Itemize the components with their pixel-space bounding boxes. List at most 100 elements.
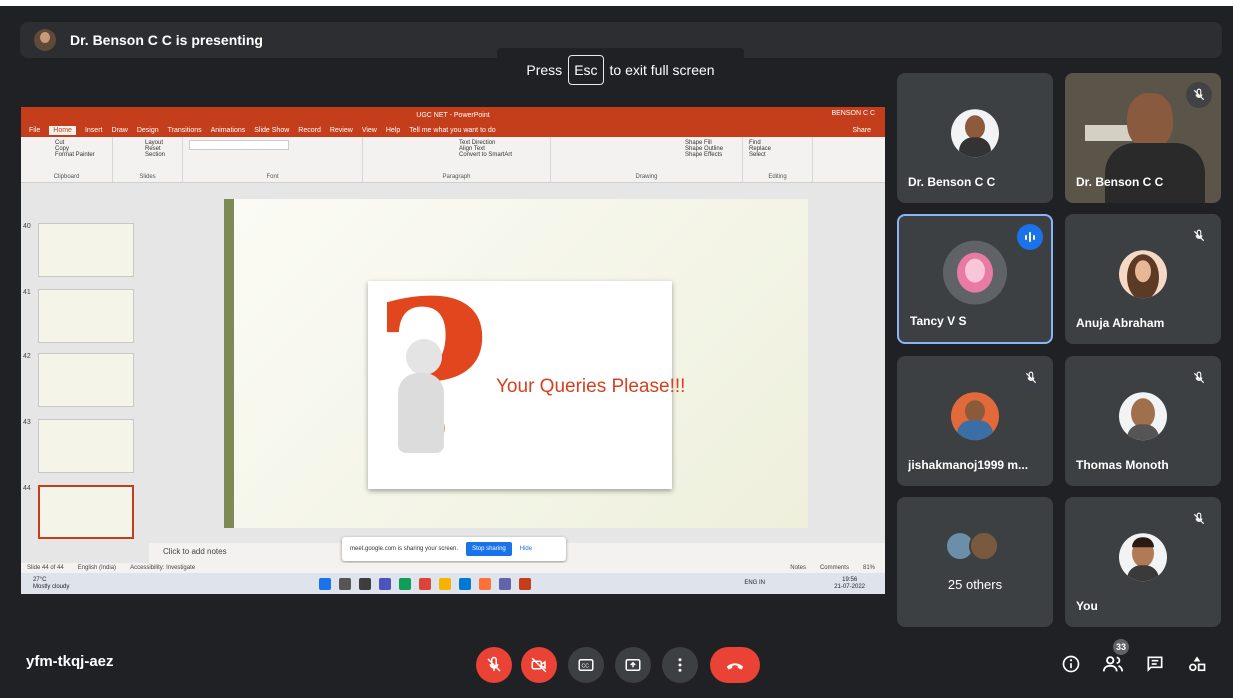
ppt-tab-record: Record <box>298 126 321 134</box>
edge-icon <box>399 577 411 590</box>
thumb-number: 44 <box>23 485 31 492</box>
ppt-window-title: UGC NET - PowerPoint <box>416 111 490 119</box>
mic-off-icon <box>1186 82 1212 108</box>
status-notes: Notes <box>790 565 806 571</box>
ribbon-group-name: Font <box>266 174 279 180</box>
meeting-code: yfm-tkqj-aez <box>26 653 114 670</box>
esc-hint-suffix: to exit full screen <box>609 62 715 78</box>
current-slide: ? Your Queries Please!!! <box>224 199 808 528</box>
presenter-avatar <box>34 29 56 51</box>
hide-button: Hide <box>519 546 533 552</box>
ppt-tab-review: Review <box>329 126 353 134</box>
activities-icon <box>1189 656 1206 672</box>
ppt-account: BENSON C C <box>831 110 875 117</box>
chat-icon <box>379 577 391 590</box>
ppt-tab-design: Design <box>136 126 159 134</box>
self-tile[interactable]: You <box>1065 497 1221 627</box>
slide-queries-text: Your Queries Please!!! <box>496 376 686 397</box>
ribbon-format-painter: Format Painter <box>55 152 95 158</box>
presenting-text: Dr. Benson C C is presenting <box>70 32 263 48</box>
share-notice-text: meet.google.com is sharing your screen. <box>350 546 459 552</box>
thumb-number: 41 <box>23 289 31 296</box>
ribbon-group-drawing: Shape Fill Shape Outline Shape Effects D… <box>551 137 743 182</box>
ribbon-group-clipboard: Cut Copy Format Painter Clipboard <box>21 137 113 182</box>
slide-thumbnail <box>38 353 134 407</box>
store-icon <box>459 577 471 590</box>
participant-tile[interactable]: Dr. Benson C C <box>897 73 1053 203</box>
ribbon-group-font: Font <box>183 137 363 182</box>
top-edge <box>0 0 1233 6</box>
camera-off-icon <box>531 657 547 673</box>
ribbon-group-name: Slides <box>139 174 156 180</box>
slide-canvas: ? Your Queries Please!!! Click to add no… <box>149 183 885 563</box>
participant-name: You <box>1076 599 1098 613</box>
captions-button[interactable]: CC <box>568 647 604 683</box>
ribbon-group-name: Paragraph <box>442 174 471 180</box>
mic-off-icon <box>1186 506 1212 532</box>
system-clock: 19:56 21-07-2022 <box>834 577 865 590</box>
file-explorer-icon <box>439 577 451 590</box>
mic-off-icon <box>1018 365 1044 391</box>
avatar <box>1119 533 1167 582</box>
thumb-number: 43 <box>23 419 31 426</box>
status-slide: Slide 44 of 44 <box>27 565 64 571</box>
esc-key: Esc <box>568 55 604 85</box>
clock-time: 19:56 <box>842 576 858 583</box>
people-icon <box>1102 656 1124 672</box>
others-tile[interactable]: 25 others <box>897 497 1053 627</box>
stop-sharing-button: Stop sharing <box>466 542 512 556</box>
activities-button[interactable] <box>1184 651 1210 677</box>
ribbon-group-name: Editing <box>768 174 787 180</box>
camera-toggle-button[interactable] <box>521 647 557 683</box>
ppt-status-bar: Slide 44 of 44 English (India) Accessibi… <box>21 563 885 573</box>
chat-icon <box>1147 656 1163 672</box>
avatar <box>951 109 999 158</box>
ppt-ribbon: Cut Copy Format Painter Clipboard Layout… <box>21 137 885 183</box>
ribbon-smartart: Convert to SmartArt <box>459 152 513 158</box>
present-button[interactable] <box>615 647 651 683</box>
shared-screen: UGC NET - PowerPoint BENSON C C File Hom… <box>21 107 885 594</box>
leave-call-button[interactable] <box>710 647 760 683</box>
screen-share-notice: meet.google.com is sharing your screen. … <box>342 537 566 561</box>
ppt-tab-help: Help <box>385 126 401 134</box>
meeting-details-button[interactable] <box>1058 651 1084 677</box>
windows-taskbar: 27°C Mostly cloudy 19:56 21-07-2022 ENG … <box>21 573 885 594</box>
ppt-title-bar: UGC NET - PowerPoint BENSON C C <box>21 107 885 123</box>
task-view-icon <box>359 577 371 590</box>
ppt-tab-draw: Draw <box>111 126 128 134</box>
clock-date: 21-07-2022 <box>834 583 865 590</box>
avatar <box>969 531 999 561</box>
ribbon-group-editing: Find Replace Select Editing <box>743 137 813 182</box>
font-name-box <box>189 140 289 150</box>
ppt-tab-slideshow: Slide Show <box>254 126 290 134</box>
mic-off-icon <box>1186 223 1212 249</box>
slide-thumbnail-selected <box>38 485 134 539</box>
chat-button[interactable] <box>1142 651 1168 677</box>
ribbon-group-name: Drawing <box>635 174 658 180</box>
participant-tile-active[interactable]: Tancy V S <box>897 214 1053 344</box>
captions-icon: CC <box>578 659 594 671</box>
ribbon-select: Select <box>749 152 766 158</box>
ppt-tab-transitions: Transitions <box>167 126 202 134</box>
mic-toggle-button[interactable] <box>476 647 512 683</box>
slide-image: ? Your Queries Please!!! <box>368 275 685 489</box>
participant-name: Anuja Abraham <box>1076 316 1165 330</box>
ppt-menu-bar: File Home Insert Draw Design Transitions… <box>21 123 885 137</box>
language-indicator: ENG IN <box>744 580 765 587</box>
figure-head-graphic <box>406 339 442 375</box>
info-icon <box>1062 655 1080 673</box>
participant-tile[interactable]: Thomas Monoth <box>1065 356 1221 486</box>
ppt-tab-file: File <box>29 126 41 134</box>
fullscreen-hint: Press Esc to exit full screen <box>497 48 744 92</box>
ppt-body: 40 41 42 43 44 ? Your Queries Please!!! … <box>21 183 885 563</box>
participant-tile[interactable]: Anuja Abraham <box>1065 214 1221 344</box>
participant-tile[interactable]: jishakmanoj1999 m... <box>897 356 1053 486</box>
status-zoom: 81% <box>862 565 875 571</box>
avatar <box>1119 250 1167 299</box>
more-options-button[interactable] <box>662 647 698 683</box>
participant-tile-video[interactable]: Dr. Benson C C <box>1065 73 1221 203</box>
figure-body-graphic <box>398 373 444 453</box>
ppt-tell-me: Tell me what you want to do <box>409 126 496 134</box>
status-language: English (India) <box>77 565 117 571</box>
video-body <box>1105 143 1205 203</box>
